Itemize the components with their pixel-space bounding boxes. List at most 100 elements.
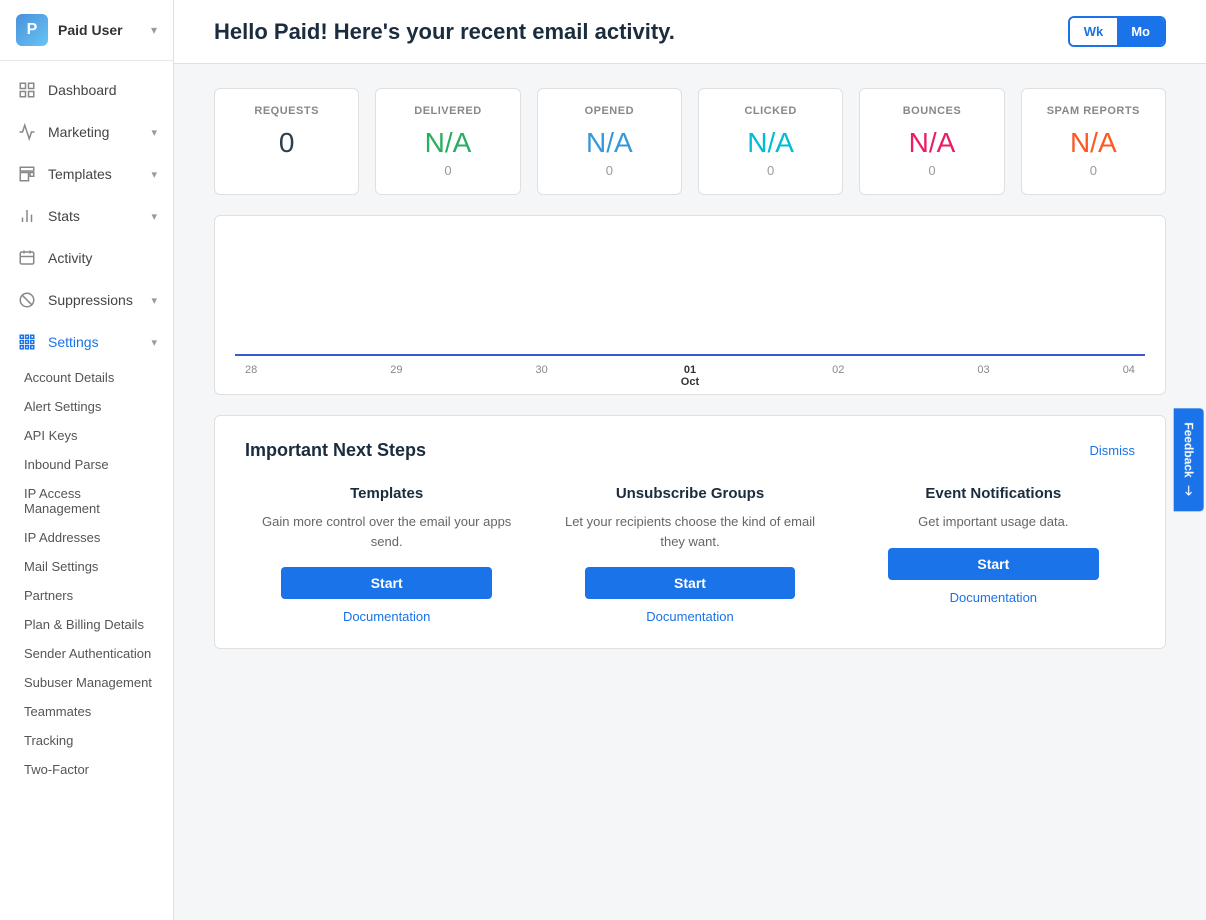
stat-label: CLICKED: [711, 105, 830, 117]
sub-teammates[interactable]: Teammates: [0, 697, 173, 726]
next-steps-section: Important Next Steps Dismiss Templates G…: [214, 415, 1166, 649]
period-toggle: Wk Mo: [1068, 16, 1166, 47]
sub-tracking[interactable]: Tracking: [0, 726, 173, 755]
user-label: Paid User: [58, 22, 123, 38]
stat-value: N/A: [1034, 127, 1153, 159]
start-button[interactable]: Start: [585, 567, 796, 599]
sub-ip-access-management[interactable]: IP Access Management: [0, 479, 173, 523]
feedback-icon: [1181, 484, 1195, 498]
stat-label: OPENED: [550, 105, 669, 117]
stat-value: N/A: [388, 127, 507, 159]
dashboard-label: Dashboard: [48, 82, 157, 98]
settings-sub-nav: Account Details Alert Settings API Keys …: [0, 363, 173, 784]
next-steps-header: Important Next Steps Dismiss: [245, 440, 1135, 461]
sidebar-item-templates[interactable]: Templates ▾: [0, 153, 173, 195]
templates-icon: [16, 163, 38, 185]
suppressions-icon: [16, 289, 38, 311]
sub-inbound-parse[interactable]: Inbound Parse: [0, 450, 173, 479]
user-menu[interactable]: P Paid User ▾: [0, 0, 173, 61]
marketing-label: Marketing: [48, 124, 151, 140]
feedback-tab[interactable]: Feedback: [1173, 408, 1203, 511]
documentation-link[interactable]: Documentation: [558, 609, 821, 624]
next-step-desc: Gain more control over the email your ap…: [255, 512, 518, 551]
sub-plan-billing[interactable]: Plan & Billing Details: [0, 610, 173, 639]
next-step-title: Templates: [255, 485, 518, 502]
sub-partners[interactable]: Partners: [0, 581, 173, 610]
stat-value: N/A: [872, 127, 991, 159]
stat-value: N/A: [550, 127, 669, 159]
stat-label: SPAM REPORTS: [1034, 105, 1153, 117]
sub-mail-settings[interactable]: Mail Settings: [0, 552, 173, 581]
documentation-link[interactable]: Documentation: [862, 590, 1125, 605]
stat-sub: 0: [388, 163, 507, 178]
sub-api-keys[interactable]: API Keys: [0, 421, 173, 450]
chart-label-03: 03: [977, 364, 989, 388]
chart-label-02: 02: [832, 364, 844, 388]
sub-two-factor[interactable]: Two-Factor: [0, 755, 173, 784]
stat-label: DELIVERED: [388, 105, 507, 117]
stat-card-spam-reports: SPAM REPORTS N/A 0: [1021, 88, 1166, 195]
stat-sub: 0: [550, 163, 669, 178]
next-step-card-0: Templates Gain more control over the ema…: [245, 485, 528, 624]
next-step-title: Event Notifications: [862, 485, 1125, 502]
start-button[interactable]: Start: [281, 567, 492, 599]
chart-baseline: [235, 354, 1145, 356]
stat-sub: 0: [1034, 163, 1153, 178]
stat-card-requests: REQUESTS 0: [214, 88, 359, 195]
page-title: Hello Paid! Here's your recent email act…: [214, 19, 675, 45]
dashboard-icon: [16, 79, 38, 101]
stat-sub: 0: [872, 163, 991, 178]
suppressions-label: Suppressions: [48, 292, 151, 308]
sub-ip-addresses[interactable]: IP Addresses: [0, 523, 173, 552]
feedback-label: Feedback: [1181, 422, 1195, 477]
chart-label-28: 28: [245, 364, 257, 388]
marketing-chevron-icon: ▾: [151, 126, 157, 139]
period-wk-button[interactable]: Wk: [1070, 18, 1118, 45]
next-step-title: Unsubscribe Groups: [558, 485, 821, 502]
page-header: Hello Paid! Here's your recent email act…: [174, 0, 1206, 64]
templates-chevron-icon: ▾: [151, 168, 157, 181]
stat-label: BOUNCES: [872, 105, 991, 117]
stats-chevron-icon: ▾: [151, 210, 157, 223]
start-button[interactable]: Start: [888, 548, 1099, 580]
sub-sender-auth[interactable]: Sender Authentication: [0, 639, 173, 668]
sub-subuser-management[interactable]: Subuser Management: [0, 668, 173, 697]
templates-label: Templates: [48, 166, 151, 182]
sidebar-nav: Dashboard Marketing ▾ Templates ▾ Stats …: [0, 61, 173, 920]
sidebar: P Paid User ▾ Dashboard Marketing ▾ Temp…: [0, 0, 174, 920]
next-step-desc: Let your recipients choose the kind of e…: [558, 512, 821, 551]
settings-chevron-icon: ▾: [151, 336, 157, 349]
sidebar-item-marketing[interactable]: Marketing ▾: [0, 111, 173, 153]
chart-label-30: 30: [536, 364, 548, 388]
stat-value: 0: [227, 127, 346, 159]
sidebar-item-settings[interactable]: Settings ▾: [0, 321, 173, 363]
stats-icon: [16, 205, 38, 227]
stats-label: Stats: [48, 208, 151, 224]
chart-label-04: 04: [1123, 364, 1135, 388]
sidebar-item-stats[interactable]: Stats ▾: [0, 195, 173, 237]
sidebar-item-dashboard[interactable]: Dashboard: [0, 69, 173, 111]
settings-icon: [16, 331, 38, 353]
stat-card-delivered: DELIVERED N/A 0: [375, 88, 520, 195]
user-avatar: P: [16, 14, 48, 46]
stat-card-bounces: BOUNCES N/A 0: [859, 88, 1004, 195]
chart-label-01: 01Oct: [681, 364, 699, 388]
documentation-link[interactable]: Documentation: [255, 609, 518, 624]
period-mo-button[interactable]: Mo: [1117, 18, 1164, 45]
marketing-icon: [16, 121, 38, 143]
stat-label: REQUESTS: [227, 105, 346, 117]
stat-card-clicked: CLICKED N/A 0: [698, 88, 843, 195]
sub-alert-settings[interactable]: Alert Settings: [0, 392, 173, 421]
activity-label: Activity: [48, 250, 157, 266]
sidebar-item-activity[interactable]: Activity: [0, 237, 173, 279]
stat-sub: 0: [711, 163, 830, 178]
chart-area: [235, 236, 1145, 356]
dismiss-button[interactable]: Dismiss: [1090, 443, 1136, 458]
activity-icon: [16, 247, 38, 269]
user-chevron-icon: ▾: [151, 23, 157, 37]
sidebar-item-suppressions[interactable]: Suppressions ▾: [0, 279, 173, 321]
settings-label: Settings: [48, 334, 151, 350]
sub-account-details[interactable]: Account Details: [0, 363, 173, 392]
next-step-desc: Get important usage data.: [862, 512, 1125, 532]
chart-labels: 28293001Oct020304: [235, 364, 1145, 388]
